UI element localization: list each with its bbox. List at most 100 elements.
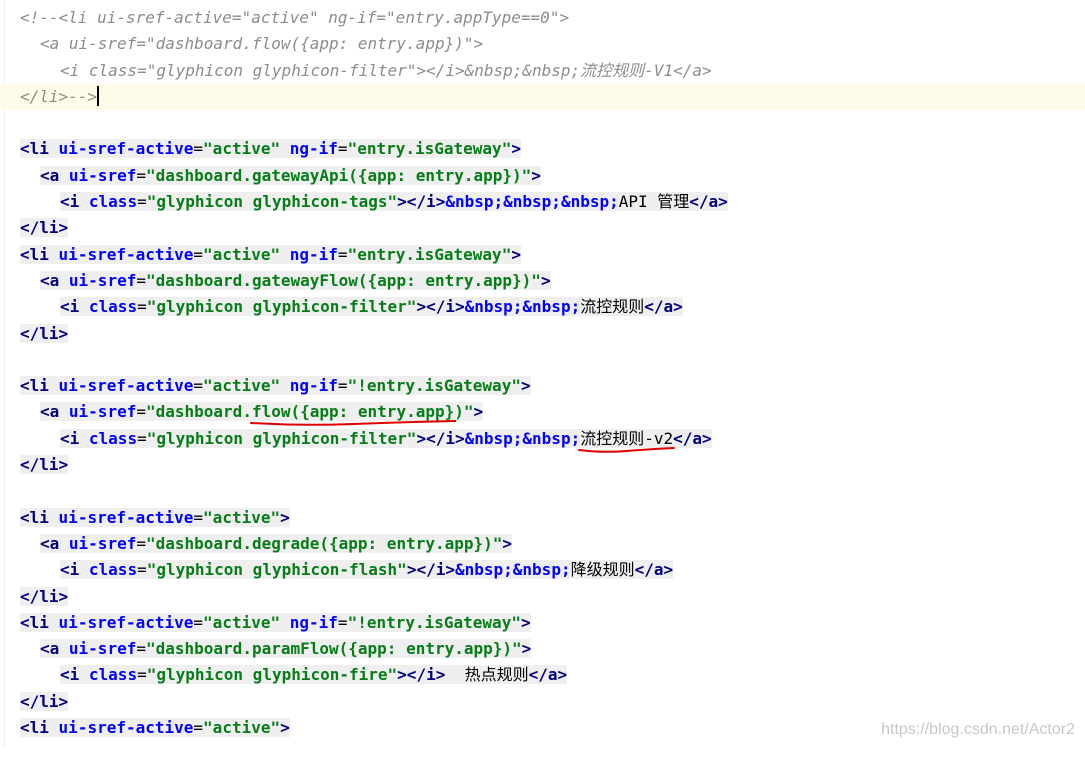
code-token-tag: <i [60, 560, 80, 580]
code-line-blank[interactable] [20, 478, 1085, 504]
code-token-tag: > [502, 533, 513, 553]
code-token-str: "dashboard.gatewayFlow({app: entry.app})… [145, 270, 541, 290]
code-line-content: <i class="glyphicon glyphicon-filter"></… [60, 428, 712, 448]
code-line[interactable]: <i class="glyphicon glyphicon-fire"></i>… [20, 662, 1085, 688]
code-token-str: "active" [203, 376, 281, 396]
code-token-str: "glyphicon glyphicon-filter" [146, 428, 417, 448]
code-area[interactable]: <!--<li ui-sref-active="active" ng-if="e… [0, 5, 1085, 768]
code-line[interactable]: <li ui-sref-active="active" ng-if="entry… [20, 136, 1085, 162]
code-line-blank[interactable] [20, 347, 1085, 373]
code-token-punct: = [193, 612, 204, 632]
code-token-str: "dashboard.degrade({app: entry.app})" [145, 533, 503, 553]
code-token-tag: <li [20, 507, 49, 527]
code-token-tag: > [280, 507, 290, 527]
code-token-attr: ui-sref-active [58, 612, 194, 632]
code-line[interactable]: </li> [20, 452, 1085, 478]
code-token-attr: ng-if [289, 612, 338, 632]
code-token-text: 流控规则-v2 [580, 428, 674, 448]
code-line-content: <i class="glyphicon glyphicon-tags"></i>… [60, 192, 728, 212]
code-line[interactable]: <i class="glyphicon glyphicon-filter"></… [20, 426, 1085, 452]
code-line[interactable]: <i class="glyphicon glyphicon-filter"></… [20, 294, 1085, 320]
code-line[interactable]: </li>--> [0, 83, 1085, 111]
code-token-tag: <li [20, 376, 49, 396]
code-editor[interactable]: <!--<li ui-sref-active="active" ng-if="e… [0, 0, 1085, 747]
code-line[interactable]: <a ui-sref="dashboard.flow({app: entry.a… [20, 31, 1085, 57]
code-token-tag: <i [60, 665, 80, 685]
code-line[interactable]: </li> [20, 321, 1085, 347]
code-token-punct: = [137, 428, 147, 448]
code-token-tag: > [531, 165, 541, 185]
code-line[interactable]: </li> [20, 584, 1085, 610]
code-token-attr: ui-sref-active [58, 718, 194, 738]
code-line[interactable]: <a ui-sref="dashboard.gatewayFlow({app: … [20, 268, 1085, 294]
code-token-punct: = [337, 612, 348, 632]
code-line-clipped [20, 741, 1085, 767]
code-line[interactable]: <a ui-sref="dashboard.paramFlow({app: en… [20, 636, 1085, 662]
code-token-tag: ></i> [397, 665, 446, 685]
code-line-content: <li ui-sref-active="active" ng-if="entry… [20, 244, 521, 264]
code-token-punct: = [137, 665, 147, 685]
code-token-tag: <li [20, 244, 49, 264]
code-line[interactable]: <li ui-sref-active="active" ng-if="entry… [20, 242, 1085, 268]
code-line[interactable]: <i class="glyphicon glyphicon-filter"></… [20, 58, 1085, 84]
code-token-attr: class [88, 560, 138, 580]
code-token-tag: </li> [20, 218, 69, 238]
code-token-attr: ui-sref [68, 165, 137, 185]
code-line-content: <i class="glyphicon glyphicon-fire"></i>… [60, 665, 568, 685]
code-token-tag: <a [40, 165, 60, 185]
code-token-str: "!entry.isGateway" [347, 612, 521, 632]
code-token-tag: ></i> [416, 428, 465, 448]
code-token-str: "active" [203, 612, 281, 632]
code-line[interactable]: </li> [20, 215, 1085, 241]
code-line[interactable]: <i class="glyphicon glyphicon-flash"></i… [20, 557, 1085, 583]
code-line[interactable]: <li ui-sref-active="active"> [20, 505, 1085, 531]
code-token-str: "entry.isGateway" [347, 139, 512, 159]
code-token-punct: = [137, 297, 147, 317]
code-line[interactable]: </li> [20, 689, 1085, 715]
code-token-attr: ui-sref [68, 533, 137, 553]
code-token-attr: class [88, 192, 138, 212]
code-line-content: <i class="glyphicon glyphicon-flash"></i… [60, 560, 674, 580]
code-line[interactable]: <a ui-sref="dashboard.flow({app: entry.a… [20, 399, 1085, 425]
code-line[interactable]: <!--<li ui-sref-active="active" ng-if="e… [20, 5, 1085, 31]
code-token-tag: <i [60, 428, 80, 448]
code-token-str: "glyphicon glyphicon-filter" [146, 297, 417, 317]
code-token-tag: > [511, 139, 521, 159]
code-line-content: </li> [20, 323, 69, 343]
code-line-content: <a ui-sref="dashboard.gatewayApi({app: e… [40, 165, 541, 185]
code-token-tag: > [511, 244, 521, 264]
code-token-punct: = [136, 165, 146, 185]
code-token-text: 降级规则 [570, 560, 635, 580]
code-token-attr: class [88, 665, 138, 685]
code-line[interactable]: <a ui-sref="dashboard.gatewayApi({app: e… [20, 163, 1085, 189]
text-caret [97, 85, 100, 106]
code-token-attr: class [88, 428, 138, 448]
code-token-tag: > [473, 402, 484, 422]
code-line[interactable]: <li ui-sref-active="active" ng-if="!entr… [20, 373, 1085, 399]
code-token-attr: ui-sref [68, 639, 137, 659]
code-line[interactable]: <li ui-sref-active="active" ng-if="!entr… [20, 610, 1085, 636]
code-token-str: "glyphicon glyphicon-fire" [146, 665, 398, 685]
code-line-content: </li> [20, 691, 69, 711]
code-token-tag: </li> [20, 691, 69, 711]
code-line-content: <a ui-sref="dashboard.degrade({app: entr… [40, 533, 513, 553]
code-line-blank[interactable] [20, 110, 1085, 136]
code-token-tag: <i [60, 192, 80, 212]
code-token-tag: <i [60, 297, 80, 317]
code-token-punct: = [193, 244, 204, 264]
code-token-tag: </li> [20, 586, 69, 606]
code-line-content: </li> [20, 218, 69, 238]
code-line-content: </li> [20, 586, 69, 606]
code-line-content: <li ui-sref-active="active" ng-if="!entr… [20, 376, 531, 396]
code-token-punct: = [337, 139, 348, 159]
code-line[interactable]: <i class="glyphicon glyphicon-tags"></i>… [20, 189, 1085, 215]
code-token-tag: > [520, 376, 531, 396]
code-line[interactable]: <a ui-sref="dashboard.degrade({app: entr… [20, 531, 1085, 557]
